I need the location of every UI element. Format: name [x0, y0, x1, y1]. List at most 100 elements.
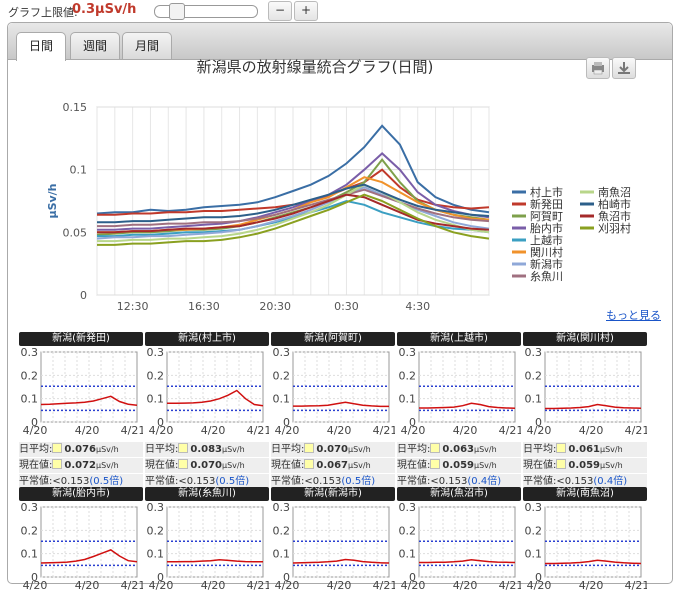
stat-row-current: 現在値: 0.059μSv/h [397, 458, 521, 473]
mini-x-tick: 4/21 [625, 579, 647, 592]
stat-row-avg: 日平均: 0.076μSv/h [19, 442, 143, 457]
stat-value: 0.059 [442, 460, 475, 471]
mini-chart: 0.30.20.104/20 4/20 4/21 [525, 501, 650, 592]
station-name: 新潟(上越市) [397, 332, 521, 346]
mini-y-tick: 0.1 [525, 393, 543, 406]
stat-label: 日平均: [397, 444, 431, 455]
stat-label: 平常値: [145, 476, 179, 487]
stat-value: 0.083 [190, 444, 223, 455]
station-card[interactable]: 新潟(糸魚川) 0.3 0.2 0.1 0 4/20 4/20 4/21 [145, 487, 271, 596]
station-card[interactable]: 新潟(魚沼市) 0.3 0.2 0.1 0 4/20 4/20 4/21 [397, 487, 523, 596]
normal-ratio: (0.5倍) [341, 476, 376, 487]
mini-y-tick: 0.3 [147, 346, 165, 359]
mini-x-tick: 4/20 [453, 579, 478, 592]
mini-y-tick: 0.1 [147, 548, 165, 561]
mini-x-tick: 4/20 [401, 579, 426, 592]
stat-unit: μSv/h [474, 445, 497, 454]
station-card[interactable]: 新潟(村上市) 0.3 0.2 0.1 0 4/20 4/20 4/21 日平均: 0.083μS… [145, 332, 271, 489]
legend-item[interactable]: 魚沼市 [598, 209, 631, 223]
normal-ratio: (0.4倍) [593, 476, 628, 487]
color-square [178, 459, 189, 469]
mini-x-tick: 4/20 [149, 424, 174, 437]
mini-x-tick: 4/20 [327, 579, 352, 592]
mini-y-tick: 0.1 [273, 548, 291, 561]
mini-y-tick: 0.2 [525, 524, 543, 537]
x-tick-label: 4:30 [405, 300, 430, 313]
mini-x-tick: 4/20 [23, 424, 48, 437]
legend-item[interactable]: 村上市 [530, 185, 563, 199]
stat-label: 平常値: [523, 476, 557, 487]
station-card[interactable]: 新潟(南魚沼) 0.3 0.2 0.1 0 4/20 4/20 4/21 [523, 487, 650, 596]
station-card[interactable]: 新潟(関川村) 0.3 0.2 0.1 0 4/20 4/20 4/21 日平均: 0.061μS… [523, 332, 650, 489]
mini-y-tick: 0.2 [399, 524, 417, 537]
mini-y-tick: 0.3 [21, 346, 39, 359]
mini-y-tick: 0.3 [525, 501, 543, 514]
stat-unit: μSv/h [348, 461, 371, 470]
mini-y-tick: 0.1 [21, 548, 39, 561]
legend-item[interactable]: 胎内市 [530, 221, 563, 235]
color-square [304, 443, 315, 453]
mini-y-tick: 0.1 [147, 393, 165, 406]
stat-label: 平常値: [271, 476, 305, 487]
station-card[interactable]: 新潟(胎内市) 0.3 0.2 0.1 0 4/20 4/20 4/21 [19, 487, 146, 596]
stat-row-avg: 日平均: 0.061μSv/h [523, 442, 647, 457]
x-tick-label: 20:30 [259, 300, 291, 313]
mini-y-tick: 0.2 [147, 369, 165, 382]
mini-y-tick: 0.3 [525, 346, 543, 359]
mini-y-tick: 0.1 [399, 393, 417, 406]
legend-item[interactable]: 南魚沼 [598, 185, 631, 199]
legend-item[interactable]: 上越市 [530, 233, 563, 247]
station-name: 新潟(胎内市) [19, 487, 143, 501]
x-tick-label: 0:30 [334, 300, 359, 313]
mini-chart: 0.30.20.104/20 4/20 4/21 [21, 501, 146, 592]
stat-value: 0.070 [316, 444, 349, 455]
stat-label: 平常値: [19, 476, 53, 487]
mini-y-tick: 0.1 [273, 393, 291, 406]
stat-label: 現在値: [523, 460, 557, 471]
more-link[interactable]: もっと見る [606, 307, 661, 323]
mini-x-tick: 4/21 [121, 424, 143, 437]
stat-value: 0.059 [568, 460, 601, 471]
mini-chart: 0.30.20.104/20 4/20 4/21 [525, 346, 650, 437]
station-card[interactable]: 新潟(新発田) 0.3 0.2 0.1 0 4/20 4/20 4/21 日平均: 0.076μS… [19, 332, 145, 489]
station-name: 新潟(新発田) [19, 332, 143, 346]
stat-row-current: 現在値: 0.067μSv/h [271, 458, 395, 473]
legend-item[interactable]: 柏崎市 [598, 197, 631, 211]
station-card[interactable]: 新潟(阿賀町) 0.3 0.2 0.1 0 4/20 4/20 4/21 日平均: 0.070μS… [271, 332, 397, 489]
mini-y-tick: 0.2 [21, 524, 39, 537]
legend-item[interactable]: 糸魚川 [530, 270, 563, 283]
stat-unit: μSv/h [474, 461, 497, 470]
legend-item[interactable]: 新潟市 [530, 257, 563, 271]
stat-unit: μSv/h [600, 445, 623, 454]
mini-y-tick: 0.2 [399, 369, 417, 382]
stat-label: 現在値: [145, 460, 179, 471]
mini-y-tick: 0.2 [525, 369, 543, 382]
mini-x-tick: 4/21 [499, 579, 521, 592]
station-card[interactable]: 新潟(新潟市) 0.3 0.2 0.1 0 4/20 4/20 4/21 [271, 487, 397, 596]
normal-ratio: (0.4倍) [467, 476, 502, 487]
stat-row-avg: 日平均: 0.083μSv/h [145, 442, 269, 457]
color-square [430, 459, 441, 469]
mini-y-tick: 0.3 [147, 501, 165, 514]
mini-x-tick: 4/20 [527, 579, 552, 592]
stat-label: 現在値: [397, 460, 431, 471]
color-square [430, 443, 441, 453]
legend-item[interactable]: 新発田 [530, 197, 563, 211]
mini-y-tick: 0.3 [273, 501, 291, 514]
stat-value: 0.067 [316, 460, 349, 471]
legend-item[interactable]: 関川村 [530, 245, 563, 259]
normal-value: <0.153 [304, 476, 342, 487]
station-stats: 日平均: 0.076μSv/h 現在値: 0.072μSv/h 平常値:<0.153(0… [19, 442, 143, 489]
mini-x-tick: 4/20 [75, 424, 100, 437]
color-square [556, 443, 567, 453]
station-stats: 日平均: 0.063μSv/h 現在値: 0.059μSv/h 平常値:<0.153(0… [397, 442, 521, 489]
y-tick-label: 0 [80, 289, 87, 302]
station-stats: 日平均: 0.061μSv/h 現在値: 0.059μSv/h 平常値:<0.153(0… [523, 442, 647, 489]
mini-y-tick: 0.2 [147, 524, 165, 537]
legend-item[interactable]: 刈羽村 [598, 221, 631, 235]
stat-row-current: 現在値: 0.059μSv/h [523, 458, 647, 473]
stat-label: 日平均: [271, 444, 305, 455]
normal-value: <0.153 [178, 476, 216, 487]
stat-label: 平常値: [397, 476, 431, 487]
station-card[interactable]: 新潟(上越市) 0.3 0.2 0.1 0 4/20 4/20 4/21 日平均: 0.063μS… [397, 332, 523, 489]
